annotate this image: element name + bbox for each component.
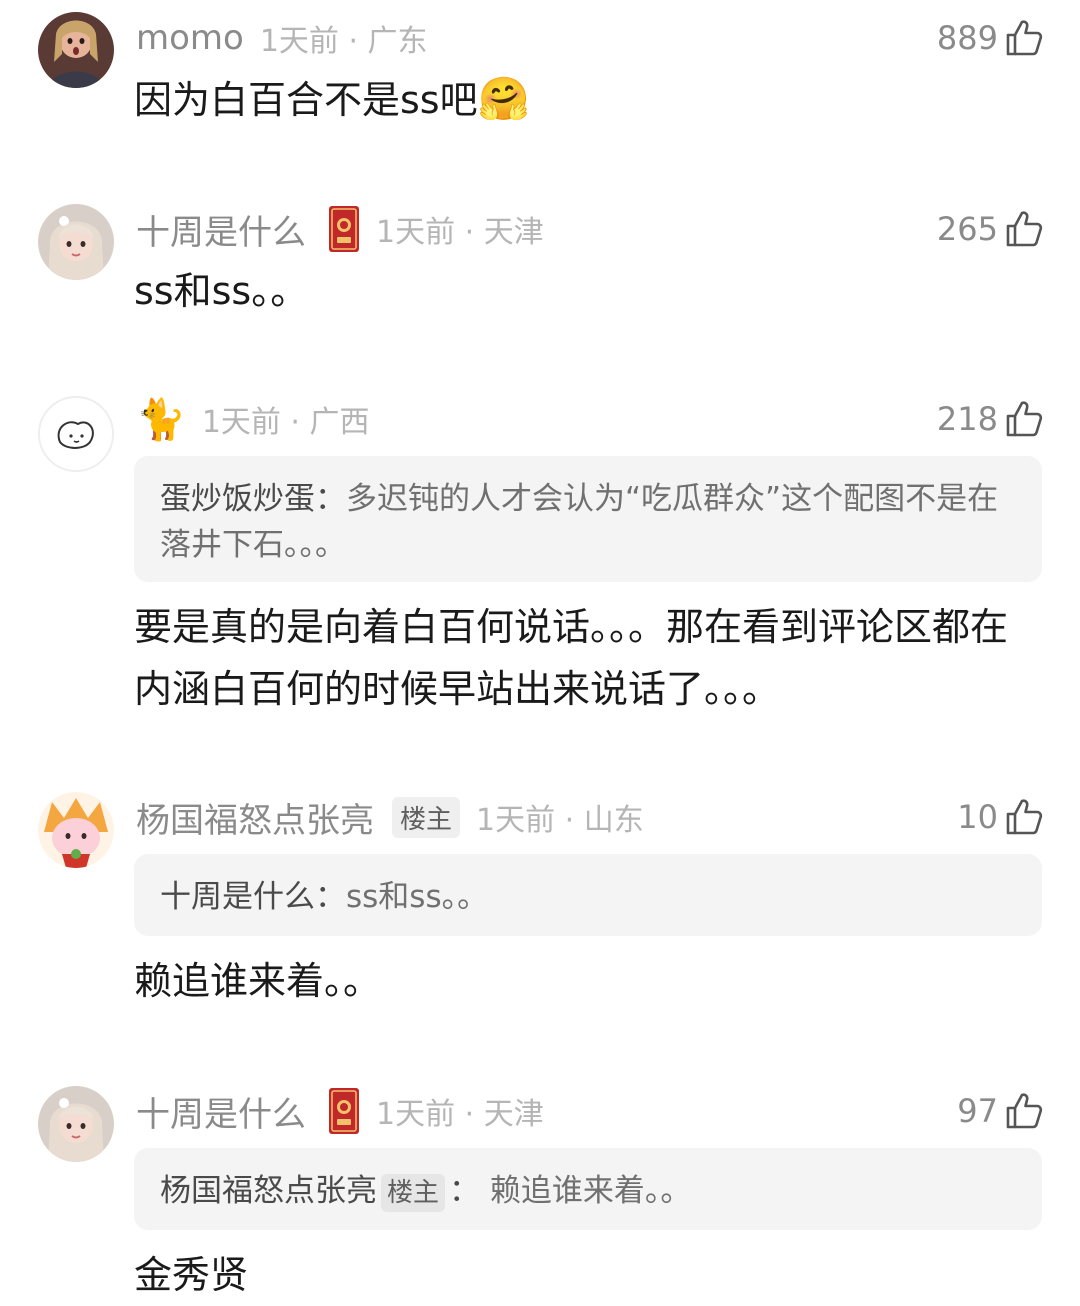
comment-text: ss和ss。。 bbox=[134, 269, 309, 313]
comment-text: 金秀贤 bbox=[134, 1253, 249, 1297]
quoted-reply[interactable]: 蛋炒饭炒蛋：多迟钝的人才会认为“吃瓜群众”这个配图不是在落井下石。。。 bbox=[134, 456, 1042, 582]
quote-username: 蛋炒饭炒蛋： bbox=[160, 481, 346, 517]
time-location: 1天前 · 广东 bbox=[259, 24, 428, 59]
username[interactable]: 杨国福怒点张亮 bbox=[136, 793, 374, 842]
username[interactable]: 十周是什么 bbox=[136, 1087, 306, 1136]
quote-username: 十周是什么： bbox=[160, 879, 346, 915]
time-location: 1天前 · 天津 bbox=[376, 215, 544, 250]
comment-text: 要是真的是向着白百何说话。。。那在看到评论区都在内涵白百何的时候早站出来说话了。… bbox=[134, 605, 1009, 711]
like-button[interactable]: 97 bbox=[957, 1088, 1044, 1134]
username[interactable]: 十周是什么 bbox=[136, 205, 306, 254]
red-envelope-badge-icon[interactable] bbox=[328, 1087, 360, 1135]
avatar[interactable] bbox=[38, 1086, 114, 1162]
avatar[interactable] bbox=[38, 396, 114, 472]
like-count: 265 bbox=[936, 210, 998, 248]
hug-emoji-icon: 🤗 bbox=[477, 74, 530, 123]
like-button[interactable]: 265 bbox=[937, 206, 1044, 252]
quote-separator: ： bbox=[449, 1173, 481, 1209]
thumbs-up-icon bbox=[1004, 399, 1044, 439]
thumbs-up-icon bbox=[1004, 18, 1044, 58]
like-button[interactable]: 10 bbox=[957, 794, 1044, 840]
quote-text: ss和ss。。 bbox=[346, 879, 489, 915]
like-count: 97 bbox=[957, 1092, 998, 1130]
time-location: 1天前 · 山东 bbox=[476, 803, 644, 838]
op-tag: 楼主 bbox=[392, 796, 461, 838]
like-button[interactable]: 218 bbox=[937, 396, 1044, 442]
quote-op-tag: 楼主 bbox=[381, 1174, 446, 1212]
username-cat-emoji[interactable]: 🐈 bbox=[136, 396, 186, 443]
quoted-reply[interactable]: 杨国福怒点张亮 楼主： 赖追谁来着。。 bbox=[134, 1148, 1042, 1230]
thumbs-up-icon bbox=[1004, 209, 1044, 249]
comment-meta: 🐈 1天前 · 广西 bbox=[136, 396, 370, 443]
username[interactable]: momo bbox=[136, 18, 244, 58]
time-location: 1天前 · 广西 bbox=[201, 405, 370, 440]
comment-meta: 杨国福怒点张亮 楼主 1天前 · 山东 bbox=[136, 793, 644, 842]
avatar[interactable] bbox=[38, 792, 114, 868]
comment-text: 赖追谁来着。。 bbox=[134, 959, 382, 1003]
comment-meta: momo 1天前 · 广东 bbox=[136, 15, 428, 61]
quoted-reply[interactable]: 十周是什么：ss和ss。。 bbox=[134, 854, 1042, 936]
like-count: 218 bbox=[936, 400, 998, 438]
like-button[interactable]: 889 bbox=[937, 15, 1044, 61]
thumbs-up-icon bbox=[1004, 1091, 1044, 1131]
comment-meta: 十周是什么 1天前 · 天津 bbox=[136, 1088, 544, 1134]
avatar[interactable] bbox=[38, 204, 114, 280]
like-count: 889 bbox=[936, 19, 998, 57]
like-count: 10 bbox=[957, 798, 998, 836]
quote-text: 赖追谁来着。。 bbox=[489, 1173, 692, 1209]
avatar[interactable] bbox=[38, 12, 114, 88]
red-envelope-badge-icon[interactable] bbox=[328, 205, 360, 253]
thumbs-up-icon bbox=[1004, 797, 1044, 837]
comment-text: 因为白百合不是ss吧🤗 bbox=[134, 74, 530, 123]
quote-username: 杨国福怒点张亮 bbox=[160, 1173, 377, 1209]
time-location: 1天前 · 天津 bbox=[376, 1097, 544, 1132]
comment-meta: 十周是什么 1天前 · 天津 bbox=[136, 206, 544, 252]
